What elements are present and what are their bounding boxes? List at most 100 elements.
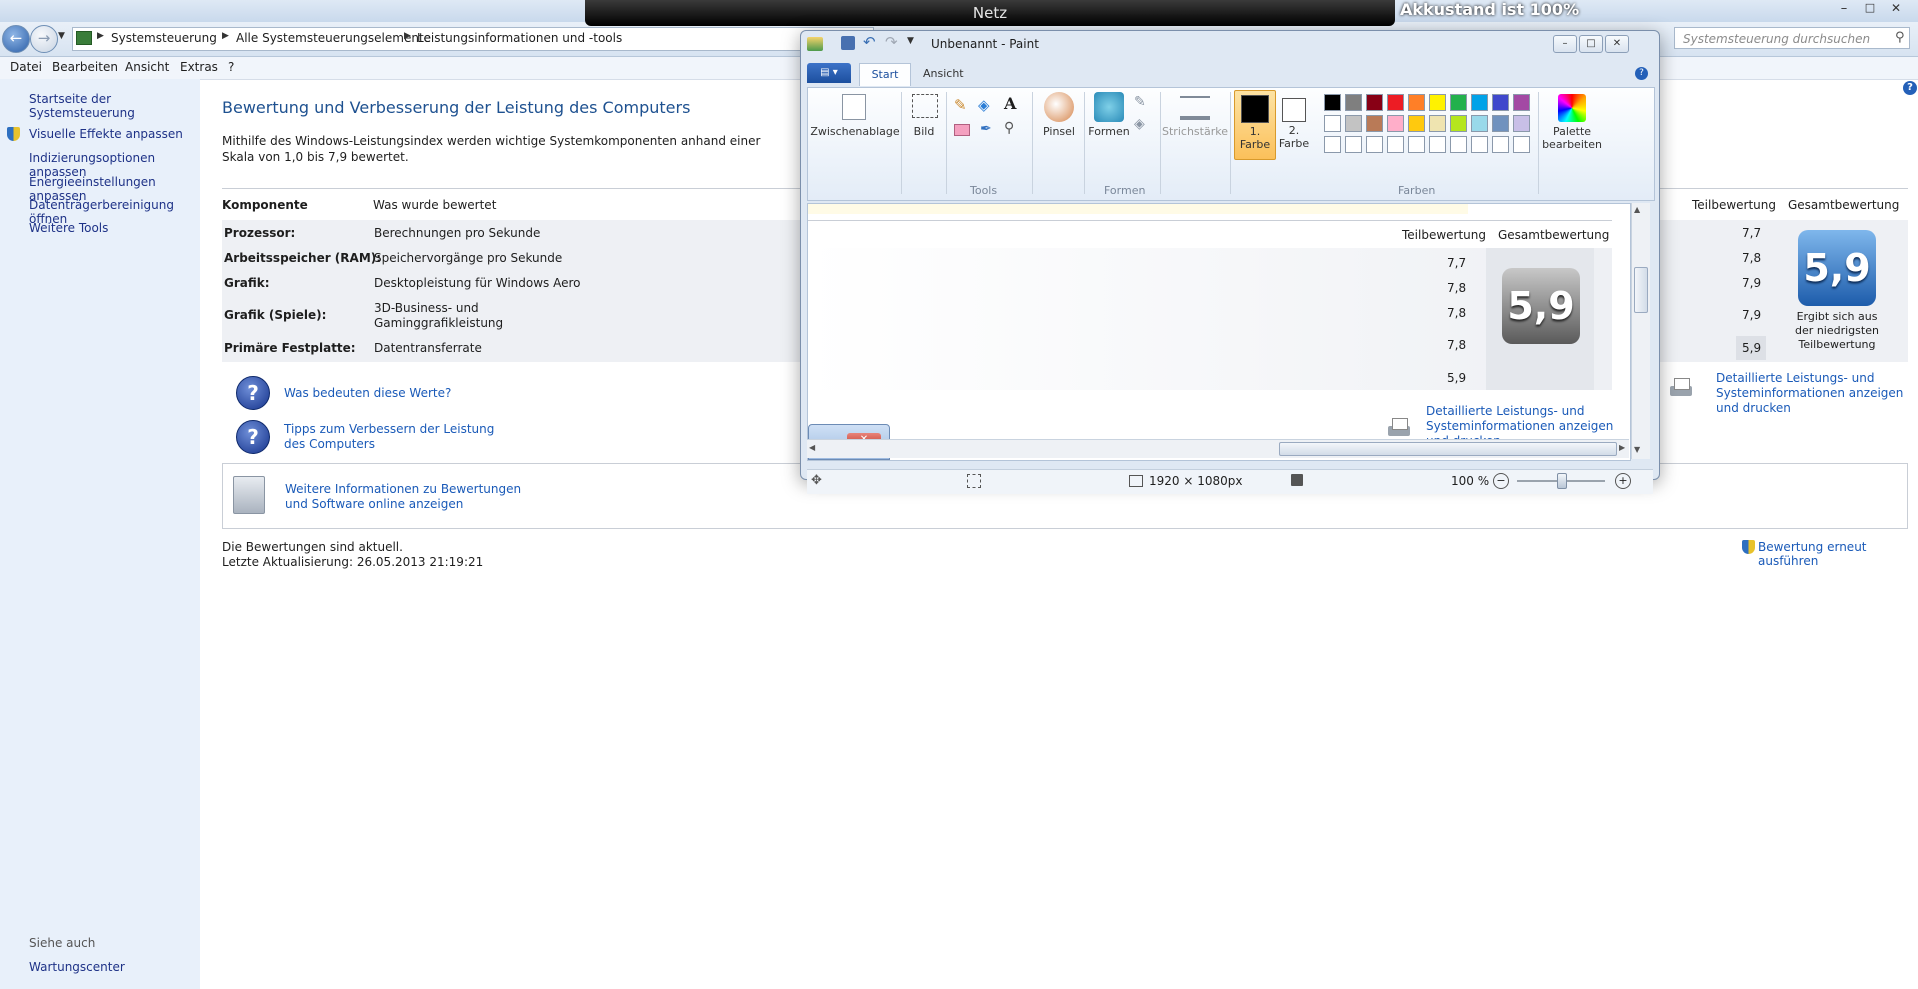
stroke-width-button[interactable]: Strichstärke: [1162, 125, 1228, 138]
column-header-total: Gesamtbewertung: [1788, 198, 1900, 212]
sidebar-item-more-tools[interactable]: Weitere Tools: [29, 221, 108, 235]
rerun-assessment-link[interactable]: Bewertung erneut ausführen: [1758, 540, 1918, 568]
quick-access-dropdown-icon[interactable]: ▼: [907, 36, 914, 46]
fill-icon[interactable]: ◈: [978, 96, 990, 114]
paint-tab-start[interactable]: Start: [859, 63, 911, 86]
back-button[interactable]: ←: [2, 25, 30, 53]
custom-color-slot[interactable]: [1408, 136, 1425, 153]
color-swatch[interactable]: [1492, 94, 1509, 111]
sidebar-item-action-center[interactable]: Wartungscenter: [29, 960, 125, 974]
brushes-button[interactable]: Pinsel: [1036, 125, 1082, 138]
horizontal-scroll-thumb[interactable]: [1279, 442, 1617, 456]
custom-color-slot[interactable]: [1366, 136, 1383, 153]
sidebar-item-home[interactable]: Startseite der Systemsteuerung: [29, 92, 200, 120]
scroll-up-icon[interactable]: ▲: [1634, 205, 1640, 214]
paint-file-menu-button[interactable]: ▤ ▾: [807, 63, 851, 83]
search-input[interactable]: Systemsteuerung durchsuchen: [1674, 27, 1910, 49]
text-tool-icon[interactable]: A: [1004, 94, 1016, 113]
undo-icon[interactable]: ↶: [863, 33, 876, 51]
color-swatch[interactable]: [1513, 94, 1530, 111]
color-swatch[interactable]: [1492, 115, 1509, 132]
help-link-meaning[interactable]: Was bedeuten diese Werte?: [284, 386, 451, 400]
forward-button[interactable]: →: [30, 25, 58, 53]
color-swatch[interactable]: [1324, 115, 1341, 132]
custom-color-slot[interactable]: [1429, 136, 1446, 153]
color2-swatch[interactable]: [1282, 98, 1306, 122]
color-swatch[interactable]: [1366, 94, 1383, 111]
menu-extras[interactable]: Extras: [180, 60, 218, 74]
redo-icon[interactable]: ↷: [885, 33, 898, 51]
color-swatch[interactable]: [1408, 115, 1425, 132]
color2-label[interactable]: 2. Farbe: [1274, 124, 1314, 150]
color-swatch[interactable]: [1345, 115, 1362, 132]
custom-color-slot[interactable]: [1471, 136, 1488, 153]
maximize-button[interactable]: □: [1858, 1, 1882, 17]
shapes-button[interactable]: Formen: [1086, 125, 1132, 138]
color-swatch[interactable]: [1471, 115, 1488, 132]
custom-color-slot[interactable]: [1492, 136, 1509, 153]
color-swatch[interactable]: [1450, 94, 1467, 111]
save-icon[interactable]: [841, 36, 855, 50]
scroll-down-icon[interactable]: ▼: [1634, 445, 1640, 454]
color-swatch[interactable]: [1345, 94, 1362, 111]
color-swatch[interactable]: [1387, 115, 1404, 132]
scroll-right-icon[interactable]: ▶: [1619, 443, 1625, 452]
paint-help-icon[interactable]: ?: [1635, 67, 1648, 80]
canvas-score: 7,7: [1447, 256, 1467, 270]
horizontal-scrollbar[interactable]: ◀ ▶: [807, 439, 1629, 458]
breadcrumb-item[interactable]: Leistungsinformationen und -tools: [417, 31, 622, 45]
fill-style-icon[interactable]: ◈: [1134, 116, 1145, 132]
breadcrumb-item[interactable]: Alle Systemsteuerungselemente: [236, 31, 431, 45]
color-swatch[interactable]: [1450, 115, 1467, 132]
vertical-scrollbar[interactable]: ▲ ▼: [1631, 203, 1650, 459]
clipboard-button[interactable]: Zwischenablage: [810, 125, 900, 138]
custom-color-slot[interactable]: [1387, 136, 1404, 153]
paint-canvas[interactable]: Teilbewertung Gesamtbewertung 7,7 7,8 7,…: [807, 203, 1631, 461]
vertical-scroll-thumb[interactable]: [1634, 267, 1648, 313]
custom-color-slot[interactable]: [1345, 136, 1362, 153]
color-swatch[interactable]: [1429, 94, 1446, 111]
zoom-out-button[interactable]: −: [1493, 473, 1509, 489]
menu-help[interactable]: ?: [228, 60, 234, 74]
paint-tab-view[interactable]: Ansicht: [923, 67, 964, 80]
zoom-in-button[interactable]: +: [1615, 473, 1631, 489]
color1-button[interactable]: 1. Farbe: [1234, 90, 1276, 160]
breadcrumb-item[interactable]: Systemsteuerung: [111, 31, 217, 45]
color-swatch[interactable]: [1366, 115, 1383, 132]
outline-icon[interactable]: ✎: [1134, 94, 1146, 110]
magnifier-icon[interactable]: ⚲: [1004, 120, 1014, 136]
paint-maximize-button[interactable]: □: [1579, 35, 1603, 53]
custom-color-slot[interactable]: [1324, 136, 1341, 153]
scroll-left-icon[interactable]: ◀: [809, 443, 815, 452]
menu-ansicht[interactable]: Ansicht: [125, 60, 169, 74]
color-swatch[interactable]: [1324, 94, 1341, 111]
color-swatch[interactable]: [1387, 94, 1404, 111]
paint-minimize-button[interactable]: –: [1553, 35, 1577, 53]
breadcrumb[interactable]: ▶ Systemsteuerung ▶ Alle Systemsteuerung…: [72, 27, 874, 51]
sidebar-item-visual-effects[interactable]: Visuelle Effekte anpassen: [29, 127, 183, 141]
edit-colors-button[interactable]: Palette bearbeiten: [1542, 125, 1602, 151]
zoom-slider-thumb[interactable]: [1557, 473, 1567, 489]
custom-color-slot[interactable]: [1513, 136, 1530, 153]
color-picker-icon[interactable]: ✒: [980, 121, 992, 137]
minimize-button[interactable]: –: [1832, 1, 1856, 17]
close-button[interactable]: ✕: [1884, 1, 1908, 17]
search-icon[interactable]: ⚲: [1895, 30, 1905, 45]
paint-window[interactable]: ↶ ↷ ▼ Unbenannt - Paint – □ ✕ ▤ ▾ Start …: [800, 30, 1660, 494]
help-link-tips[interactable]: Tipps zum Verbessern der Leistung des Co…: [284, 422, 514, 452]
paint-close-button[interactable]: ✕: [1605, 35, 1629, 53]
image-button[interactable]: Bild: [904, 125, 944, 138]
eraser-icon[interactable]: [954, 124, 970, 136]
color-swatch[interactable]: [1429, 115, 1446, 132]
custom-color-slot[interactable]: [1450, 136, 1467, 153]
more-info-link[interactable]: Weitere Informationen zu Bewertungen und…: [285, 482, 545, 512]
pencil-icon[interactable]: ✎: [954, 96, 967, 114]
menu-datei[interactable]: Datei: [10, 60, 42, 74]
menu-bearbeiten[interactable]: Bearbeiten: [52, 60, 118, 74]
recent-pages-chevron-icon[interactable]: ▼: [58, 31, 65, 41]
color-swatch[interactable]: [1408, 94, 1425, 111]
details-link[interactable]: Detaillierte Leistungs- und Systeminform…: [1716, 371, 1906, 416]
color-swatch[interactable]: [1471, 94, 1488, 111]
help-icon[interactable]: ?: [1903, 81, 1917, 95]
color-swatch[interactable]: [1513, 115, 1530, 132]
